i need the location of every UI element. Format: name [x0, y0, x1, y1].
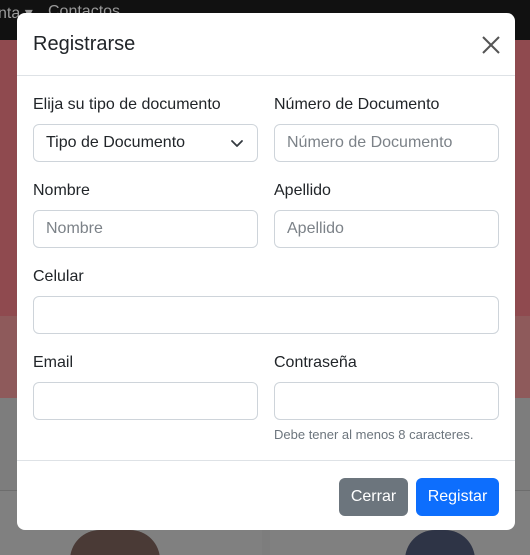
doc-type-label: Elija su tipo de documento	[33, 96, 221, 113]
first-name-input[interactable]	[33, 210, 258, 248]
last-name-input[interactable]	[274, 210, 499, 248]
password-help-text: Debe tener al menos 8 caracteres.	[274, 427, 474, 442]
close-icon	[482, 36, 500, 54]
chevron-down-icon	[231, 140, 243, 147]
modal-body: Elija su tipo de documento Tipo de Docum…	[17, 76, 515, 460]
doc-number-label: Número de Documento	[274, 96, 440, 113]
modal-title: Registrarse	[33, 33, 136, 55]
phone-label: Celular	[33, 268, 84, 285]
cancel-button[interactable]: Cerrar	[339, 478, 408, 516]
register-button[interactable]: Registar	[416, 478, 499, 516]
doc-number-input[interactable]	[274, 124, 499, 162]
modal-header: Registrarse	[17, 13, 515, 76]
email-input[interactable]	[33, 382, 258, 420]
first-name-label: Nombre	[33, 182, 90, 199]
email-label: Email	[33, 354, 74, 371]
modal-footer: Cerrar Registar	[17, 460, 515, 530]
register-modal: Registrarse Elija su tipo de documento T…	[17, 13, 515, 530]
doc-type-select[interactable]: Tipo de Documento	[33, 124, 258, 162]
close-button[interactable]	[476, 30, 506, 60]
last-name-label: Apellido	[274, 182, 331, 199]
phone-input[interactable]	[33, 296, 499, 334]
password-input[interactable]	[274, 382, 499, 420]
doc-type-selected: Tipo de Documento	[46, 134, 186, 151]
password-label: Contraseña	[274, 354, 357, 371]
